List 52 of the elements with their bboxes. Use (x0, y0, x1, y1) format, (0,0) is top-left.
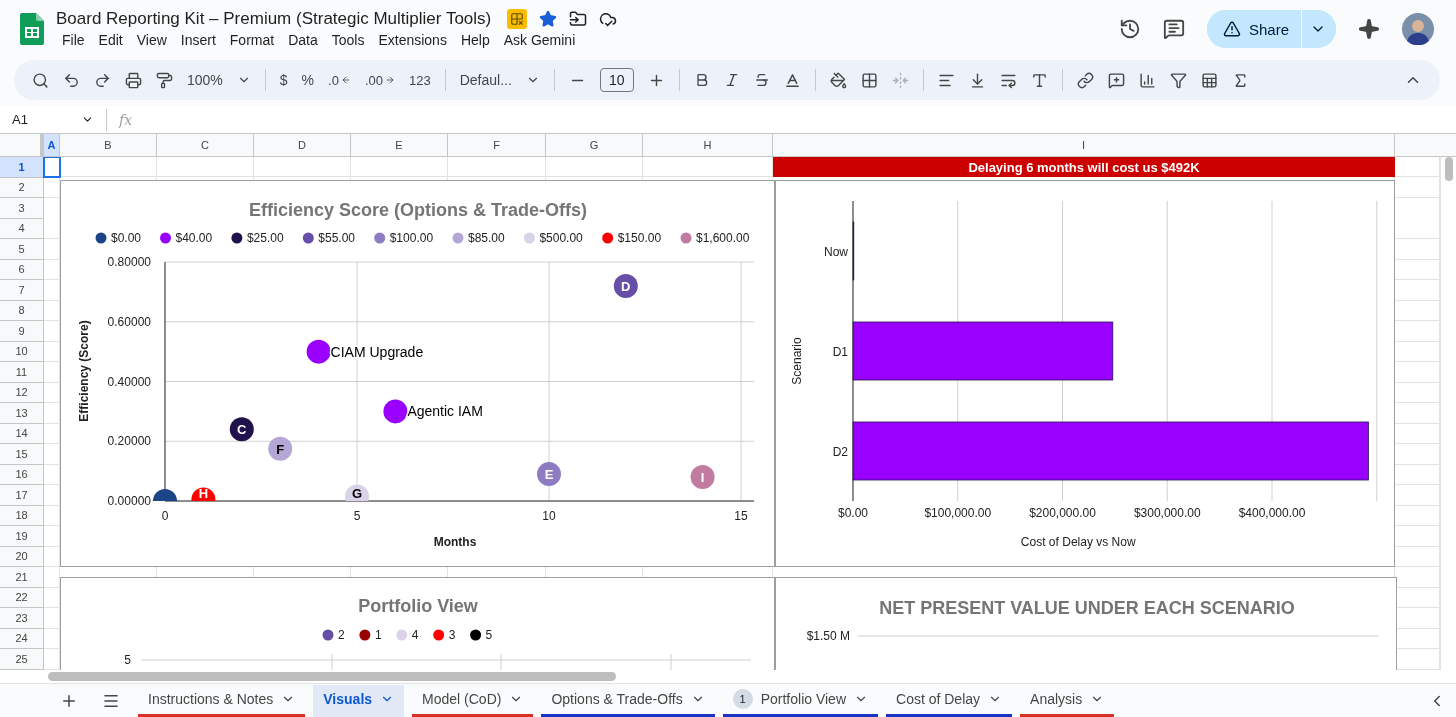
legend-label: $55.00 (318, 231, 355, 245)
tab-badge: 1 (732, 689, 753, 709)
axis-title: Efficiency (Score) (77, 320, 91, 422)
point-label: Agentic IAM (407, 403, 483, 420)
legend-label: $1,600.00 (696, 231, 750, 245)
point-label: CIAM Upgrade (330, 343, 424, 360)
axis-tick-label: 0.20000 (107, 434, 151, 449)
axis-tick-label: $0.00 (838, 506, 868, 520)
axis-tick-label: $300,000.00 (1133, 506, 1201, 520)
bubble-label: H (198, 486, 209, 501)
bubble-label: E (544, 467, 554, 483)
legend-label: $40.00 (175, 231, 213, 245)
axis-tick-label: 0.60000 (107, 314, 151, 329)
axis-tick-label: 0.80000 (107, 255, 151, 269)
legend-label: 4 (411, 628, 419, 642)
legend-label: 5 (485, 628, 493, 642)
category-label: D1 (832, 345, 848, 359)
category-label: D2 (832, 445, 848, 459)
axis-tick-label: $1.50 M (806, 629, 850, 643)
bubble-label: G (351, 486, 363, 501)
legend-label: 2 (338, 628, 345, 642)
axis-tick-label: 0 (161, 509, 169, 523)
axis-tick-label: $100,000.00 (924, 506, 992, 520)
legend-label: 1 (374, 628, 382, 642)
category-label: Now (824, 245, 848, 259)
axis-tick-label: 5 (124, 653, 131, 667)
axis-tick-label: 0.00000 (107, 494, 151, 508)
chart-title: NET PRESENT VALUE UNDER EACH SCENARIO (879, 598, 1295, 618)
legend-label: $0.00 (111, 231, 142, 245)
legend-label: $150.00 (617, 231, 662, 245)
bubble-label: C (237, 422, 247, 438)
axis-title: Cost of Delay vs Now (1020, 535, 1136, 549)
axis-title: Months (433, 535, 477, 549)
chart-title: Portfolio View (358, 596, 478, 616)
bubble-label: I (700, 470, 705, 486)
fx-label: fx (119, 111, 133, 128)
bubble-label: D (621, 278, 631, 294)
axis-tick-label: $400,000.00 (1238, 506, 1306, 520)
legend-label: $500.00 (539, 231, 583, 245)
legend-label: 3 (448, 628, 456, 642)
chart-title: Efficiency Score (Options & Trade-Offs) (248, 200, 588, 220)
bubble-label: F (276, 441, 285, 457)
axis-tick-label: $200,000.00 (1029, 506, 1096, 520)
axis-tick-label: 15 (734, 509, 748, 523)
legend-label: $100.00 (389, 231, 434, 245)
banner-text: Delaying 6 months will cost us $492K (773, 157, 1395, 177)
legend-label: $25.00 (246, 231, 284, 245)
axis-tick-label: 5 (353, 509, 361, 523)
legend-label: $85.00 (468, 231, 505, 245)
axis-tick-label: 10 (542, 509, 556, 523)
axis-tick-label: 0.40000 (107, 374, 151, 389)
axis-title: Scenario (790, 337, 804, 385)
